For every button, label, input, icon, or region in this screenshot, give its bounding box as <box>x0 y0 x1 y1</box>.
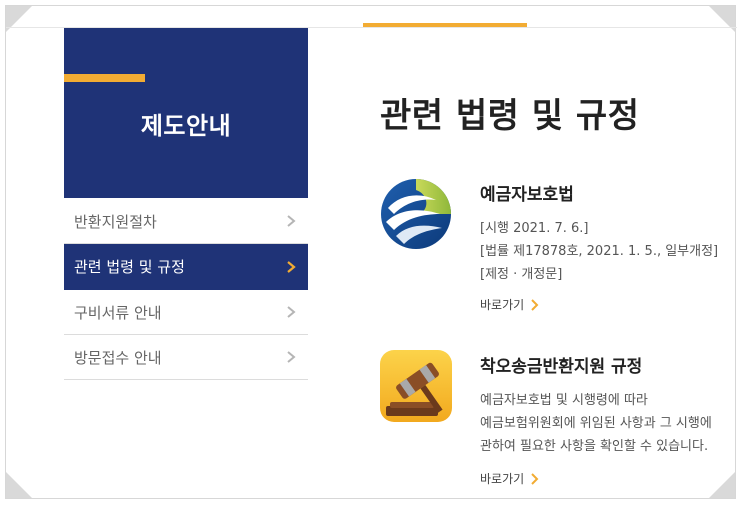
sidebar-item-required-documents[interactable]: 구비서류 안내 <box>64 290 308 335</box>
sidebar-header: 제도안내 <box>64 28 308 198</box>
law-body: 착오송금반환지원 규정 예금자보호법 및 시행령에 따라 예금보험위원회에 위임… <box>480 350 730 458</box>
chevron-right-icon <box>531 472 539 485</box>
sidebar-item-label: 구비서류 안내 <box>74 303 162 322</box>
shortcut-link[interactable]: 바로가기 <box>480 470 540 487</box>
sidebar-item-laws-regulations[interactable]: 관련 법령 및 규정 <box>64 244 308 290</box>
corner-decoration <box>709 6 735 32</box>
sidebar-item-label: 반환지원절차 <box>74 212 157 231</box>
gavel-icon <box>380 350 452 422</box>
law-detail-line: [시행 2021. 7. 6.] <box>480 221 589 236</box>
chevron-right-icon <box>287 351 296 363</box>
sidebar-item-visit-reception[interactable]: 방문접수 안내 <box>64 335 308 380</box>
shortcut-label: 바로가기 <box>480 298 525 312</box>
chevron-right-icon <box>531 298 539 311</box>
law-title: 예금자보호법 <box>480 185 574 205</box>
law-body: 예금자보호법 [시행 2021. 7. 6.] [법률 제17878호, 202… <box>480 178 730 286</box>
corner-decoration <box>6 472 32 498</box>
chevron-right-icon <box>287 260 296 273</box>
header-accent-bar <box>363 23 527 27</box>
shortcut-label: 바로가기 <box>480 472 525 486</box>
sidebar-accent-bar <box>64 74 145 82</box>
chevron-right-icon <box>287 306 296 318</box>
law-detail-line: [법률 제17878호, 2021. 1. 5., 일부개정] <box>480 244 719 259</box>
sidebar-menu: 반환지원절차 관련 법령 및 규정 구비서류 안내 방문접수 안내 <box>64 199 308 380</box>
sidebar-title: 제도안내 <box>140 112 232 140</box>
page-title: 관련 법령 및 규정 <box>380 96 640 136</box>
law-details: [시행 2021. 7. 6.] [법률 제17878호, 2021. 1. 5… <box>480 217 730 286</box>
law-detail-line: 예금보험위원회에 위임된 사항과 그 시행에 <box>480 416 712 431</box>
sidebar-item-label: 관련 법령 및 규정 <box>74 258 185 276</box>
law-details: 예금자보호법 및 시행령에 따라 예금보험위원회에 위임된 사항과 그 시행에 … <box>480 389 730 458</box>
law-title: 착오송금반환지원 규정 <box>480 357 643 377</box>
sidebar-item-label: 방문접수 안내 <box>74 348 162 367</box>
law-detail-line: [제정 · 개정문] <box>480 267 563 282</box>
chevron-right-icon <box>287 215 296 227</box>
deposit-insurance-logo-icon <box>381 179 451 249</box>
sidebar-item-return-procedure[interactable]: 반환지원절차 <box>64 199 308 244</box>
law-detail-line: 예금자보호법 및 시행령에 따라 <box>480 393 648 408</box>
corner-decoration <box>709 472 735 498</box>
law-detail-line: 관하여 필요한 사항을 확인할 수 있습니다. <box>480 439 709 454</box>
shortcut-link[interactable]: 바로가기 <box>480 296 540 313</box>
corner-decoration <box>6 6 32 32</box>
